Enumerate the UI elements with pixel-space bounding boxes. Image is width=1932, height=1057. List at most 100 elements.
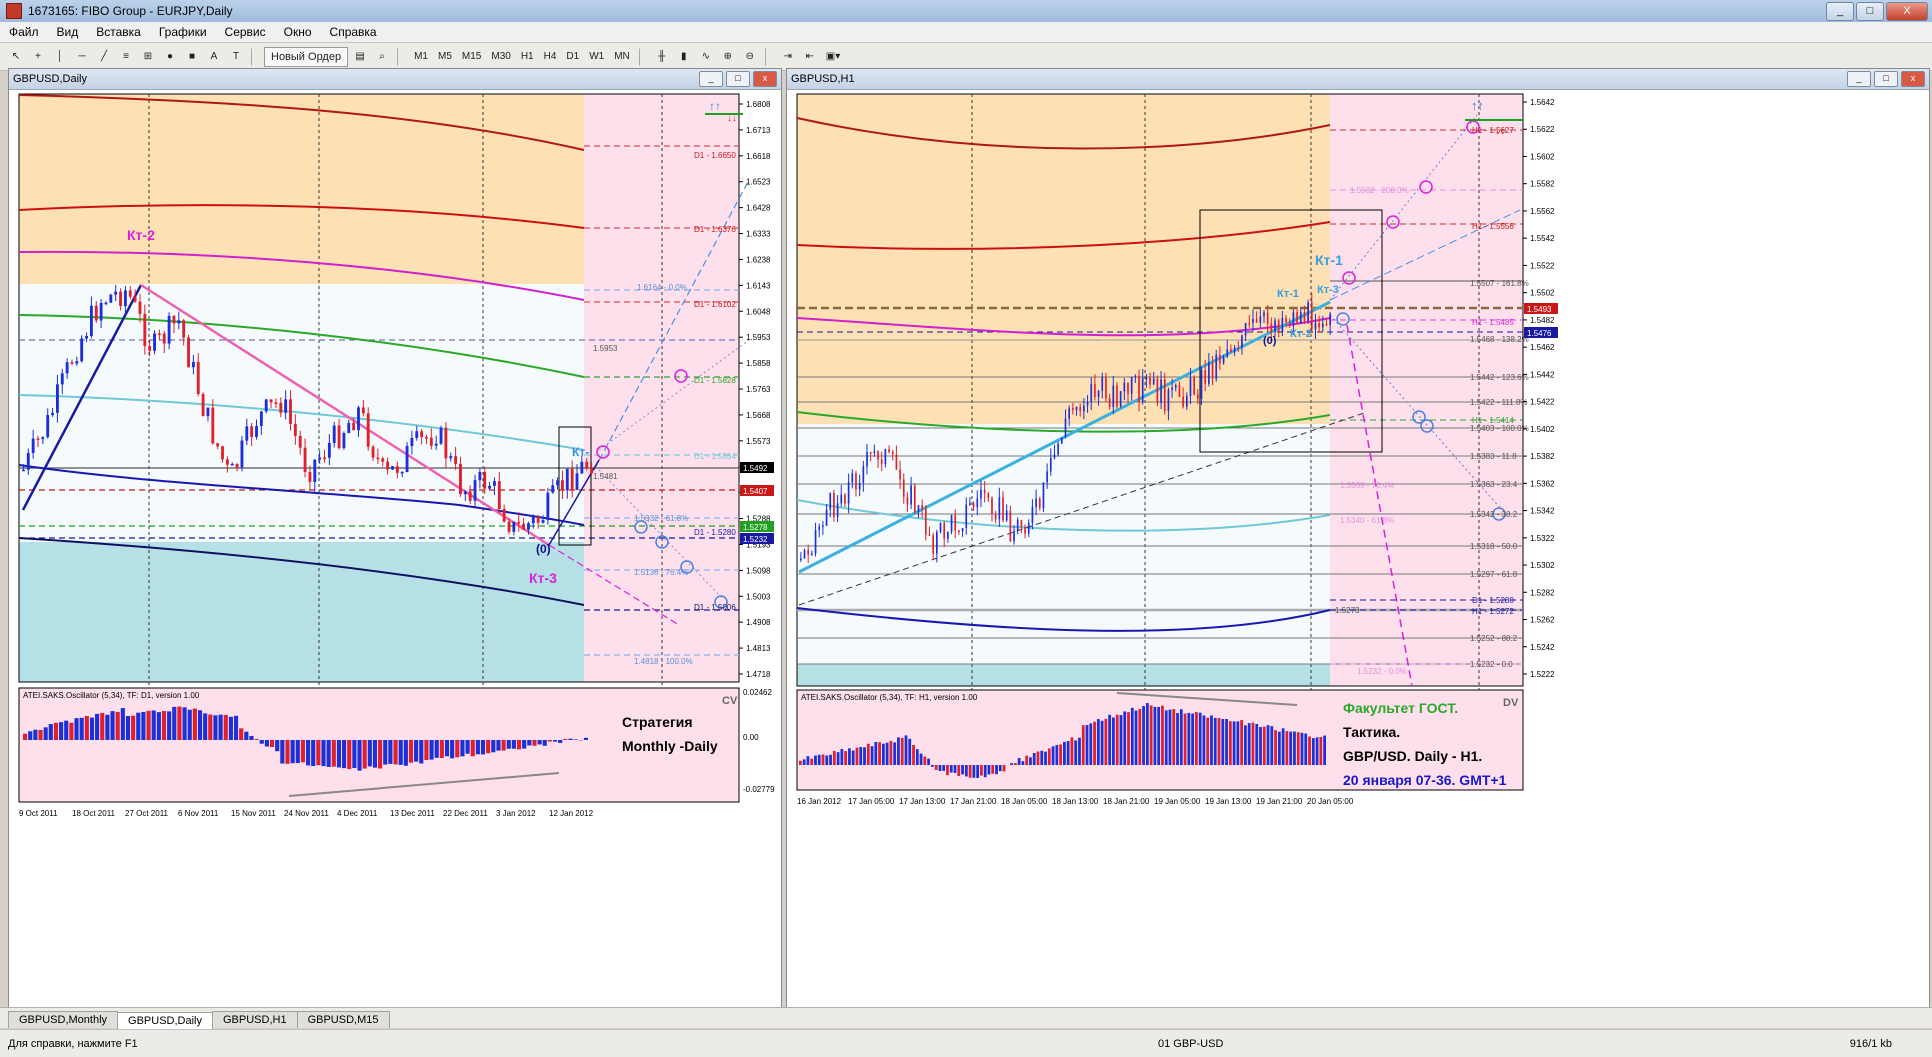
osc-bar [871,746,874,765]
zoom-out-icon[interactable]: ⊖ [740,47,760,67]
chart-shift-icon[interactable]: ⇤ [800,47,820,67]
candle-body [940,523,942,532]
tf-mn-button[interactable]: MN [610,47,634,67]
line-chart-icon[interactable]: ∿ [696,47,716,67]
candle-body [1050,458,1052,471]
candle-body [197,362,200,394]
osc-bar [1278,732,1281,765]
osc-bar [1161,706,1164,765]
candle-body [95,306,98,321]
osc-bar [224,715,228,740]
candle-body [1311,303,1313,330]
templates-icon[interactable]: ▣▾ [822,47,844,67]
tf-d1-button[interactable]: D1 [562,47,583,67]
osc-bar [1071,737,1074,765]
tf-m1-button[interactable]: M1 [410,47,432,67]
chart-window-h1[interactable]: GBPUSD,H1 _ □ x [786,68,1930,1008]
osc-bar [1176,713,1179,765]
date-text: 20 января 07-36. GMT+1 [1343,772,1507,788]
chart-minimize-button[interactable]: _ [699,71,723,87]
time-tick: 20 Jan 05:00 [1307,797,1354,806]
horizontal-line-tool-icon[interactable]: ─ [72,47,92,67]
tab-gbpusd-h1[interactable]: GBPUSD,H1 [212,1011,298,1028]
osc-bar [1206,718,1209,765]
candle-body [391,466,394,469]
menu-tools[interactable]: Сервис [216,25,275,39]
chart-maximize-button[interactable]: □ [1874,71,1898,87]
candle-body [517,522,520,524]
market-watch-icon[interactable]: ▤ [350,47,370,67]
tf-h1-button[interactable]: H1 [517,47,538,67]
fibo-tool-icon[interactable]: ⊞ [138,47,158,67]
price-tick: 1.5573 [746,437,771,446]
osc-bar [1229,721,1232,765]
chart-close-button[interactable]: x [1901,71,1925,87]
menu-help[interactable]: Справка [321,25,386,39]
price-tick: 1.6333 [746,230,771,239]
autoscroll-icon[interactable]: ⇥ [778,47,798,67]
osc-bar [1289,732,1292,765]
osc-bar [321,740,325,766]
osc-bar [916,749,919,765]
ellipse-tool-icon[interactable]: ● [160,47,180,67]
osc-bar [399,740,403,765]
price-tick: 1.5622 [1530,125,1555,134]
zoom-in-icon[interactable]: ⊕ [718,47,738,67]
price-tick: 1.5262 [1530,616,1555,625]
trendline-tool-icon[interactable]: ╱ [94,47,114,67]
price-tick: 1.5282 [1530,588,1555,597]
menu-file[interactable]: Файл [0,25,48,39]
menu-view[interactable]: Вид [48,25,88,39]
chart-window-daily[interactable]: GBPUSD,Daily _ □ x [8,68,782,1008]
candle-body [1267,313,1269,324]
candle-body [51,413,54,415]
candle-body [109,295,112,303]
candle-body [1248,323,1250,325]
tf-m5-button[interactable]: M5 [434,47,456,67]
osc-bar [208,715,212,740]
osc-bar [807,756,810,765]
menu-window[interactable]: Окно [275,25,321,39]
candle-body [862,466,864,483]
cursor-tool-icon[interactable]: ↖ [6,47,26,67]
navigator-icon[interactable]: ⌕ [372,47,392,67]
label-tool-icon[interactable]: T [226,47,246,67]
bar-chart-icon[interactable]: ╫ [652,47,672,67]
tab-gbpusd-m15[interactable]: GBPUSD,M15 [297,1011,390,1028]
new-order-button[interactable]: Новый Ордер [264,47,348,67]
chart-maximize-button[interactable]: □ [726,71,750,87]
tab-gbpusd-daily[interactable]: GBPUSD,Daily [117,1012,213,1029]
crosshair-tool-icon[interactable]: + [28,47,48,67]
chart-close-button[interactable]: x [753,71,777,87]
text-tool-icon[interactable]: A [204,47,224,67]
tf-m15-button[interactable]: M15 [458,47,485,67]
vertical-line-tool-icon[interactable]: │ [50,47,70,67]
menu-charts[interactable]: Графики [150,25,216,39]
candle-body [571,469,574,490]
osc-bar [59,722,63,740]
chart-minimize-button[interactable]: _ [1847,71,1871,87]
candle-body [580,462,583,474]
candle-chart-icon[interactable]: ▮ [674,47,694,67]
osc-bar [844,751,847,765]
tf-w1-button[interactable]: W1 [585,47,608,67]
h1-chart-canvas[interactable]: Кт-1 Кт-1 Кт-3 Кт-2 (0) ↑↑ ↓↓ H1 - 1.562… [787,90,1927,1006]
menu-insert[interactable]: Вставка [87,25,150,39]
minimize-button[interactable]: _ [1826,2,1854,21]
daily-chart-canvas[interactable]: Кт-2 Кт-3 Кт- (0) ↑↑ ↓↓ D1 - 1.6650 D1 -… [9,90,779,1006]
osc-bar [28,731,32,740]
close-button[interactable]: X [1886,2,1928,21]
osc-bar [1172,709,1175,765]
rectangle-tool-icon[interactable]: ■ [182,47,202,67]
tf-h4-button[interactable]: H4 [540,47,561,67]
osc-bar [64,721,68,740]
candle-body [187,338,190,368]
maximize-button[interactable]: □ [1856,2,1884,21]
osc-bar [1010,763,1013,765]
tf-m30-button[interactable]: M30 [487,47,514,67]
level-label: 1.5422 - 111.8% [1470,398,1528,407]
channel-tool-icon[interactable]: ≡ [116,47,136,67]
toolbar-separator [251,48,259,66]
tab-gbpusd-monthly[interactable]: GBPUSD,Monthly [8,1011,118,1028]
candle-body [561,480,564,490]
